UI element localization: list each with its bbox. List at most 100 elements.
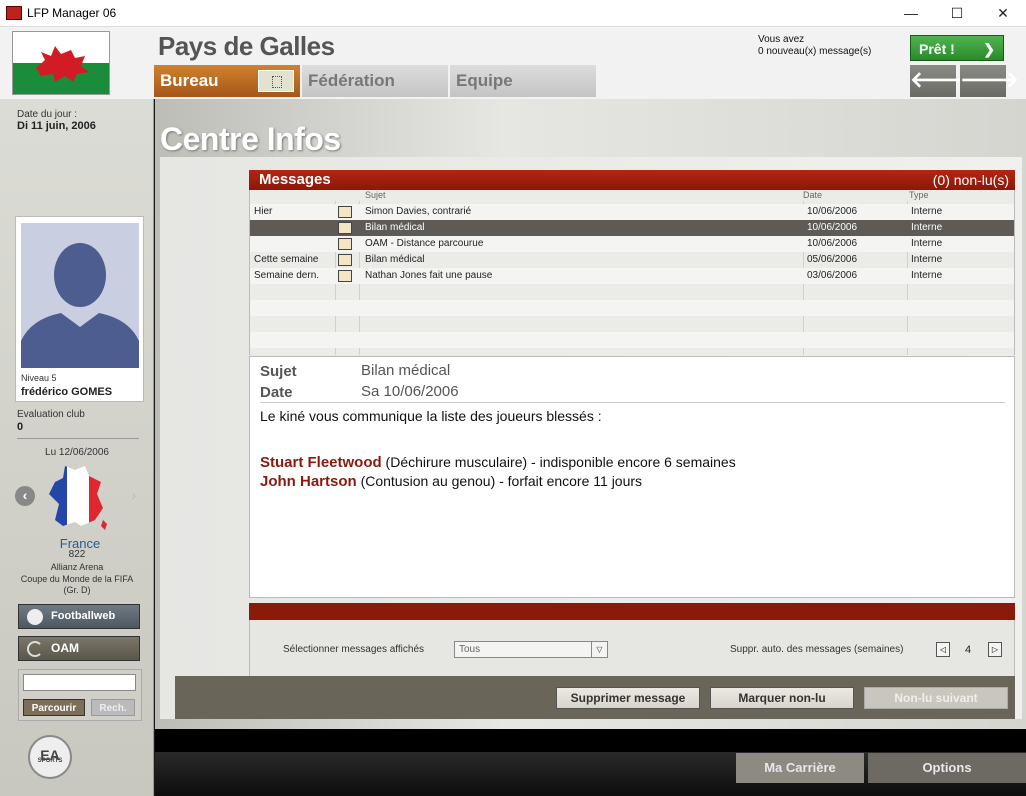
group: (Gr. D) <box>63 585 91 595</box>
tab-equipe-label: Equipe <box>456 71 513 90</box>
empty-row <box>250 300 1014 316</box>
browse-button[interactable]: Parcourir <box>23 699 85 716</box>
column-header-subject[interactable]: Sujet <box>365 190 386 201</box>
row-subject: Bilan médical <box>365 254 425 265</box>
autodelete-decrease-button[interactable]: ◁ <box>936 642 950 657</box>
search-button[interactable]: Rech. <box>91 699 135 716</box>
window-titlebar: LFP Manager 06 — ☐ ✕ <box>0 0 1026 27</box>
empty-row <box>250 332 1014 348</box>
eval-value: 0 <box>17 421 24 433</box>
row-date: 10/06/2006 <box>807 238 858 249</box>
row-date: 03/06/2006 <box>807 270 858 281</box>
minimize-button[interactable]: — <box>888 0 934 27</box>
table-row[interactable]: OAM - Distance parcourue 10/06/2006 Inte… <box>250 236 1014 252</box>
row-type: Interne <box>911 206 943 217</box>
page-title: Pays de Galles <box>158 31 335 61</box>
message-filter-select[interactable]: Tous ▽ <box>454 641 608 658</box>
envelope-icon <box>338 238 352 250</box>
oam-label: OAM <box>51 641 79 655</box>
divider <box>260 402 1005 403</box>
tab-federation-label: Fédération <box>308 71 395 90</box>
ready-label: Prêt ! <box>919 41 955 57</box>
current-date: Di 11 juin, 2006 <box>17 120 96 132</box>
column-header-date[interactable]: Date <box>803 190 822 201</box>
table-row[interactable]: Hier Simon Davies, contrarié 10/06/2006 … <box>250 204 1014 220</box>
notice-line2: 0 nouveau(x) message(s) <box>758 46 872 57</box>
wales-flag-icon <box>12 31 110 95</box>
previous-match-button[interactable]: ‹ <box>15 486 35 506</box>
info-panel: Messages (0) non-lu(s) Sujet Date Type H… <box>160 157 1022 719</box>
message-detail: Sujet Bilan médical Date Sa 10/06/2006 L… <box>249 356 1015 598</box>
messages-header: Messages (0) non-lu(s) <box>249 170 1015 190</box>
player-link[interactable]: Stuart Fleetwood <box>260 454 382 471</box>
search-input[interactable] <box>23 674 136 691</box>
message-list: Sujet Date Type Hier Simon Davies, contr… <box>249 190 1015 355</box>
table-row[interactable]: Semaine dern. Nathan Jones fait une paus… <box>250 268 1014 284</box>
oam-icon <box>27 641 43 657</box>
row-subject: Simon Davies, contrarié <box>365 206 472 217</box>
career-button[interactable]: Ma Carrière <box>736 753 864 783</box>
forward-button[interactable]: 🡒 <box>960 65 1019 97</box>
empty-row <box>250 316 1014 332</box>
office-icon[interactable] <box>258 70 294 92</box>
message-body-intro: Le kiné vous communique la liste des jou… <box>260 408 602 424</box>
search-box: Parcourir Rech. <box>18 669 142 721</box>
tab-federation[interactable]: Fédération <box>302 65 448 97</box>
row-type: Interne <box>911 238 943 249</box>
back-button[interactable]: 🡐 <box>910 65 969 97</box>
arrow-right-icon: 🡒 <box>960 67 1019 92</box>
table-row[interactable]: Cette semaine Bilan médical 05/06/2006 I… <box>250 252 1014 268</box>
row-subject: OAM - Distance parcourue <box>365 238 484 249</box>
autodelete-value: 4 <box>965 644 972 656</box>
envelope-icon <box>338 254 352 266</box>
notice-line1: Vous avez <box>758 34 805 45</box>
filter-area: Sélectionner messages affichés Tous ▽ Su… <box>249 620 1015 676</box>
manager-profile-card[interactable]: Niveau 5 frédérico GOMES <box>15 216 144 402</box>
action-bar: Supprimer message Marquer non-lu Non-lu … <box>175 676 1015 719</box>
next-unread-button[interactable]: Non-lu suivant <box>864 687 1008 709</box>
injury-line: Stuart Fleetwood (Déchirure musculaire) … <box>260 454 736 471</box>
manager-name: frédérico GOMES <box>21 386 113 398</box>
main-area: Centre Infos Messages (0) non-lu(s) Suje… <box>155 99 1026 729</box>
chevron-right-icon: ❯ <box>983 41 995 57</box>
row-type: Interne <box>911 270 943 281</box>
messages-title: Messages <box>259 171 331 188</box>
autodelete-increase-button[interactable]: ▷ <box>988 642 1002 657</box>
tab-equipe[interactable]: Equipe <box>450 65 596 97</box>
filter-label: Sélectionner messages affichés <box>283 644 425 655</box>
ea-logo-subtext: SPORTS <box>37 758 63 764</box>
row-type: Interne <box>911 222 943 233</box>
row-subject: Bilan médical <box>365 222 425 233</box>
next-match-button[interactable]: › <box>124 486 144 506</box>
tab-bureau[interactable]: Bureau <box>154 65 300 97</box>
footballweb-label: Footballweb <box>51 610 116 622</box>
maximize-button[interactable]: ☐ <box>934 0 980 27</box>
row-group: Semaine dern. <box>254 270 320 281</box>
injury-detail: (Déchirure musculaire) - indisponible en… <box>381 454 736 470</box>
table-row[interactable]: Bilan médical 10/06/2006 Interne <box>250 220 1014 236</box>
sidebar: Date du jour : Di 11 juin, 2006 Niveau 5… <box>0 99 154 796</box>
eval-label: Evaluation club <box>17 409 85 420</box>
ready-button[interactable]: Prêt ! ❯ <box>910 35 1004 61</box>
close-button[interactable]: ✕ <box>980 0 1026 27</box>
avatar <box>21 223 139 368</box>
delete-message-button[interactable]: Supprimer message <box>556 687 700 709</box>
chevron-down-icon: ▽ <box>591 642 607 657</box>
injury-detail: (Contusion au genou) - forfait encore 11… <box>356 473 643 489</box>
footballweb-button[interactable]: Footballweb <box>18 604 140 629</box>
football-icon <box>27 609 43 625</box>
options-button[interactable]: Options <box>868 753 1026 783</box>
autodelete-label: Suppr. auto. des messages (semaines) <box>730 644 904 655</box>
oam-button[interactable]: OAM <box>18 636 140 661</box>
envelope-icon <box>338 270 352 282</box>
row-group: Hier <box>254 206 273 217</box>
manager-level: Niveau 5 <box>21 373 57 383</box>
player-link[interactable]: John Hartson <box>260 473 357 490</box>
column-header-type[interactable]: Type <box>909 190 929 201</box>
envelope-icon <box>338 222 352 234</box>
divider <box>17 438 139 439</box>
detail-subject-label: Sujet <box>260 363 297 380</box>
mark-unread-button[interactable]: Marquer non-lu <box>710 687 854 709</box>
row-subject: Nathan Jones fait une pause <box>365 270 493 281</box>
header: Pays de Galles Bureau Fédération Equipe … <box>0 27 1026 99</box>
